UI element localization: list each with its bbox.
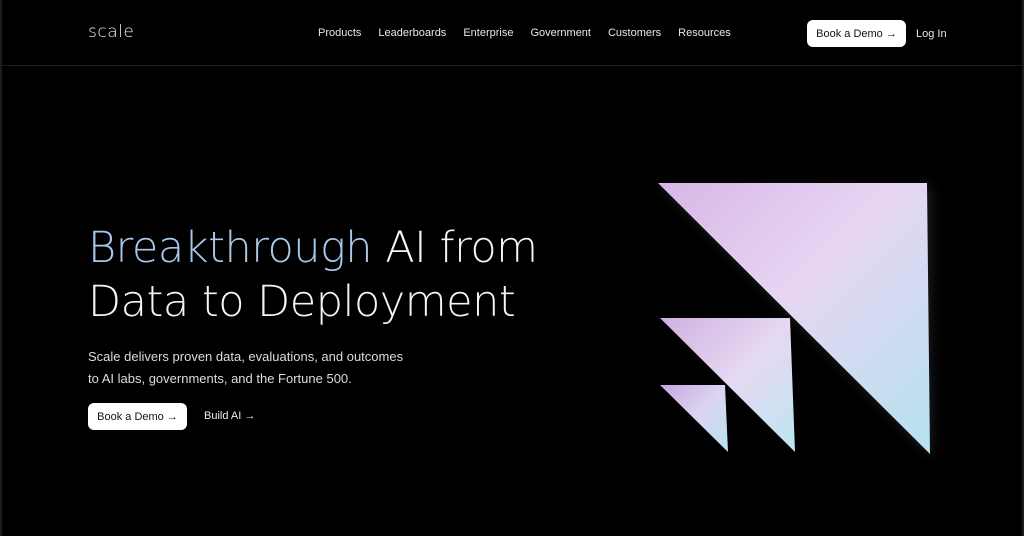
- top-navbar: scale Products Leaderboards Enterprise G…: [0, 0, 1024, 66]
- hero-title-accent: Breakthrough: [88, 223, 373, 273]
- hero-title-line2: Data to Deployment: [88, 277, 516, 327]
- login-link[interactable]: Log In: [916, 28, 947, 40]
- scale-logo[interactable]: scale: [88, 22, 134, 42]
- nav-menu: Products Leaderboards Enterprise Governm…: [318, 27, 731, 39]
- hero-subtitle-line2: to AI labs, governments, and the Fortune…: [88, 371, 352, 386]
- hero-subtitle-line1: Scale delivers proven data, evaluations,…: [88, 349, 404, 364]
- nav-item-products[interactable]: Products: [318, 27, 361, 39]
- nav-book-demo-button[interactable]: Book a Demo →: [807, 20, 906, 47]
- small-triangle: [660, 385, 728, 452]
- nav-item-customers[interactable]: Customers: [608, 27, 661, 39]
- hero-title: Breakthrough AI from Data to Deployment: [88, 221, 538, 329]
- nav-item-leaderboards[interactable]: Leaderboards: [378, 27, 446, 39]
- nav-item-enterprise[interactable]: Enterprise: [463, 27, 513, 39]
- stacked-triangles-logo-icon: [640, 168, 960, 478]
- nav-item-resources[interactable]: Resources: [678, 27, 731, 39]
- hero-title-line1-rest: AI from: [372, 223, 538, 273]
- build-ai-link[interactable]: Build AI →: [204, 410, 255, 422]
- hero-subtitle: Scale delivers proven data, evaluations,…: [88, 346, 403, 390]
- nav-item-government[interactable]: Government: [530, 27, 591, 39]
- hero-book-demo-button[interactable]: Book a Demo →: [88, 403, 187, 430]
